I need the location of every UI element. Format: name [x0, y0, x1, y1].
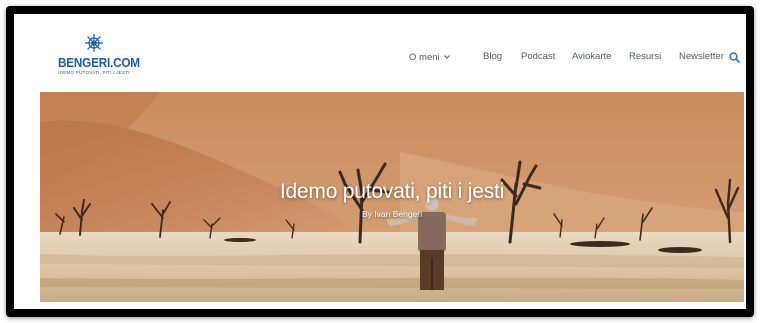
ship-wheel-icon: [85, 34, 103, 52]
hero-byline[interactable]: By Ivan Bengeri: [40, 209, 744, 219]
site-logo[interactable]: BENGERI.COM IDEMO PUTOVATI, PITI I JESTI: [54, 33, 140, 75]
nav-item-newsletter[interactable]: Newsletter: [679, 51, 724, 62]
chevron-down-icon: [443, 51, 450, 62]
nav-item-o-meni[interactable]: O meni: [409, 51, 450, 63]
nav-item-label: O meni: [409, 52, 440, 63]
web-page: BENGERI.COM IDEMO PUTOVATI, PITI I JESTI…: [14, 14, 746, 309]
hero-title: Idemo putovati, piti i jesti: [279, 180, 505, 203]
nav-item-podcast[interactable]: Podcast: [521, 51, 555, 62]
logo-title: BENGERI.COM: [58, 55, 140, 70]
site-header: BENGERI.COM IDEMO PUTOVATI, PITI I JESTI…: [14, 14, 746, 90]
logo-tagline: IDEMO PUTOVATI, PITI I JESTI: [58, 70, 130, 75]
search-icon[interactable]: [729, 50, 740, 68]
hero-banner: Idemo putovati, piti i jesti By Ivan Ben…: [40, 92, 744, 302]
nav-item-aviokarte[interactable]: Aviokarte: [572, 51, 611, 62]
nav-item-resursi[interactable]: Resursi: [629, 51, 661, 62]
nav-item-blog[interactable]: Blog: [483, 51, 502, 62]
